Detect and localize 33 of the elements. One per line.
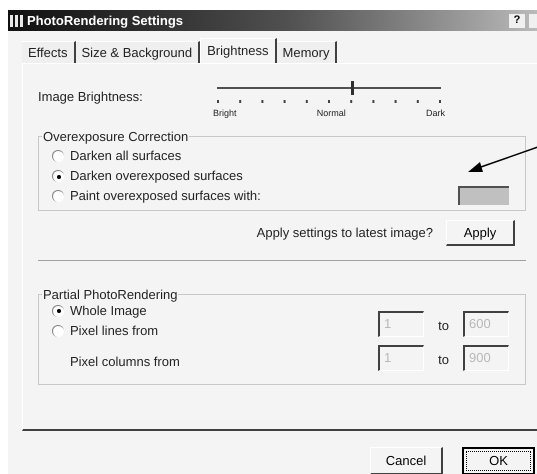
radio-label: Whole Image xyxy=(70,302,147,320)
scale-label: Bright xyxy=(213,107,237,120)
cancel-button[interactable]: Cancel xyxy=(370,447,443,474)
ok-button[interactable]: OK xyxy=(462,447,535,474)
radio-label: Darken all surfaces xyxy=(70,147,182,166)
radio-button[interactable] xyxy=(52,324,64,336)
app-icon xyxy=(10,14,24,26)
radio-button[interactable] xyxy=(52,150,64,162)
group-title: Overexposure Correction xyxy=(42,128,190,146)
color-swatch[interactable] xyxy=(458,186,509,205)
scale-label: Dark xyxy=(426,107,445,120)
tab[interactable]: Effects xyxy=(22,41,76,63)
range-separator: to xyxy=(437,316,450,335)
help-button[interactable]: ? xyxy=(509,14,525,28)
tab[interactable]: Memory xyxy=(276,41,338,63)
group-title: Partial PhotoRendering xyxy=(42,286,178,304)
slider-thumb[interactable] xyxy=(351,81,354,95)
radio-label: Paint overexposed surfaces with: xyxy=(70,187,261,206)
tab[interactable]: Size & Background xyxy=(76,41,200,63)
brightness-slider[interactable] xyxy=(217,79,441,95)
tab[interactable]: Brightness xyxy=(200,38,277,63)
radio-label: Darken overexposed surfaces xyxy=(70,167,243,186)
range-separator: to xyxy=(437,350,450,369)
range-label: Pixel columns from xyxy=(70,352,181,370)
scale-label: Normal xyxy=(316,107,346,120)
radio-button[interactable] xyxy=(52,170,64,182)
slider-label: Image Brightness: xyxy=(38,88,144,106)
radio-button[interactable] xyxy=(52,190,64,202)
apply-prompt: Apply settings to latest image? xyxy=(256,224,433,242)
radio-label: Pixel lines from xyxy=(70,322,158,340)
window-title: PhotoRendering Settings xyxy=(27,12,183,30)
apply-button[interactable]: Apply xyxy=(446,220,515,246)
radio-button[interactable] xyxy=(52,304,64,316)
